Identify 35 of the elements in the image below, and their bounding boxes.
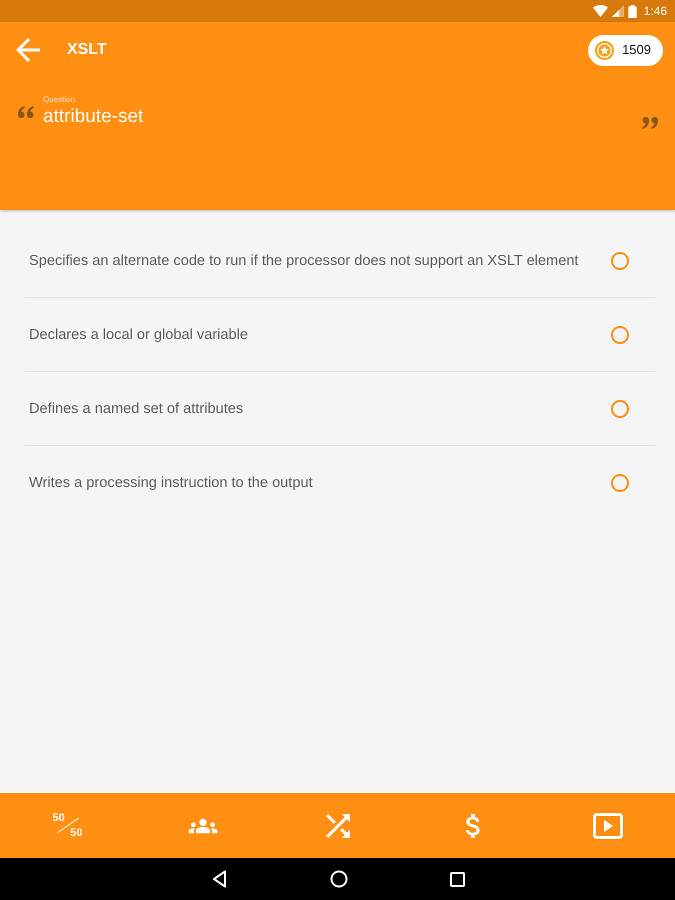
- question-label: Question: [43, 95, 76, 104]
- radio-button[interactable]: [611, 474, 629, 492]
- back-arrow-icon: [16, 38, 40, 62]
- toolbar-title: XSLT: [67, 40, 107, 60]
- star-coin-icon: [595, 40, 614, 60]
- answer-option-text: Declares a local or global variable: [29, 326, 248, 344]
- back-button[interactable]: [16, 38, 40, 62]
- shuffle-button[interactable]: [326, 814, 350, 838]
- signal-icon: [612, 5, 624, 17]
- audience-button[interactable]: [188, 816, 218, 834]
- buy-coins-button[interactable]: [466, 814, 480, 838]
- radio-button[interactable]: [611, 252, 629, 270]
- nav-back-button[interactable]: [210, 870, 228, 888]
- battery-icon: [628, 4, 637, 18]
- nav-back-icon: [210, 870, 228, 888]
- radio-button[interactable]: [611, 326, 629, 344]
- nav-home-button[interactable]: [330, 870, 348, 888]
- question-text: attribute-set: [43, 106, 144, 128]
- answer-option-text: Specifies an alternate code to run if the processor does not support an XSLT element: [29, 252, 578, 270]
- open-quote-icon: [18, 106, 34, 118]
- play-video-icon: [592, 812, 622, 838]
- dollar-icon: [466, 814, 480, 838]
- shuffle-icon: [326, 814, 350, 838]
- status-time: 1:46: [644, 4, 667, 18]
- nav-home-icon: [330, 870, 348, 888]
- answer-option-text: Defines a named set of attributes: [29, 400, 244, 418]
- nav-recents-icon: [450, 872, 464, 886]
- radio-button[interactable]: [611, 400, 629, 418]
- wifi-icon: [592, 5, 608, 17]
- watch-video-button[interactable]: [592, 812, 622, 838]
- answer-option-text: Writes a processing instruction to the output: [29, 474, 313, 492]
- people-icon: [188, 816, 218, 834]
- coins-counter[interactable]: 1509: [588, 34, 663, 66]
- close-quote-icon: [642, 117, 658, 129]
- nav-recents-button[interactable]: [450, 872, 464, 886]
